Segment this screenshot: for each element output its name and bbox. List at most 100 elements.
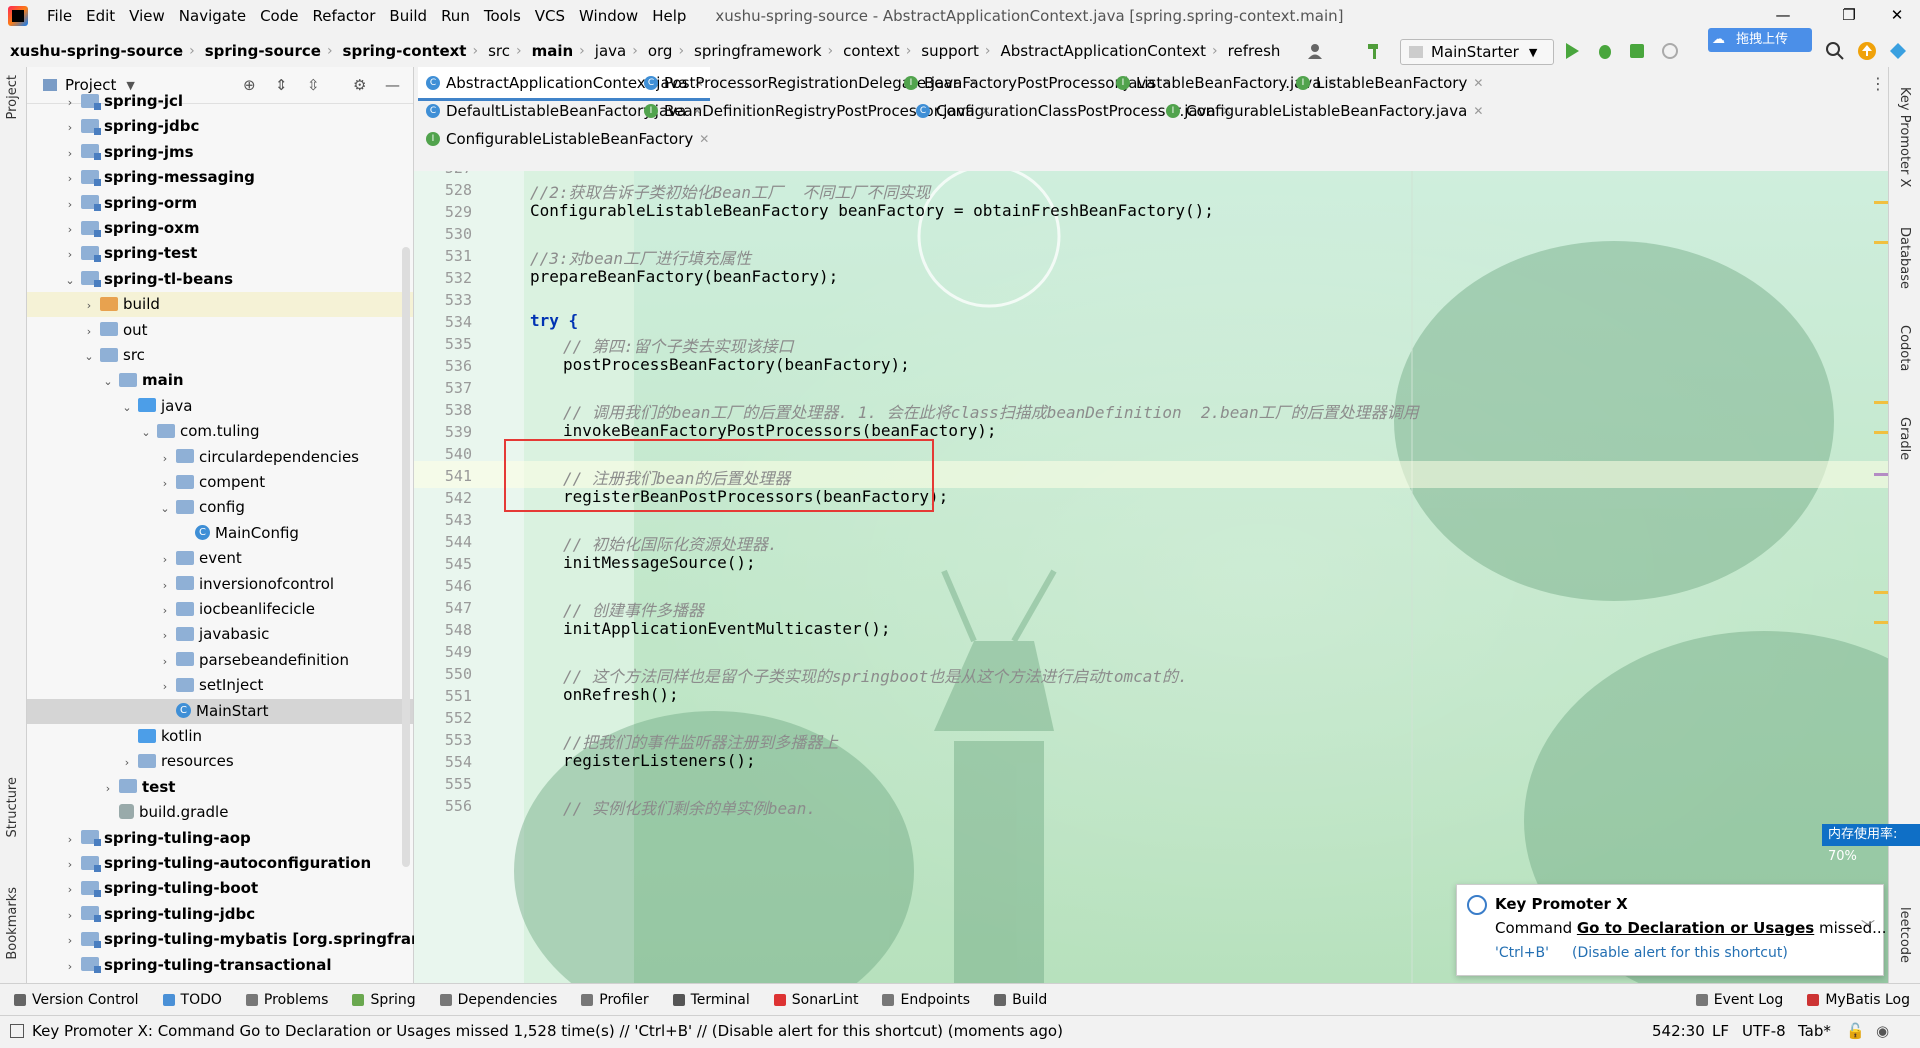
tool-version-control[interactable]: Version Control <box>14 992 139 1008</box>
code-line[interactable]: //3:对bean工厂进行填充属性 <box>530 245 751 269</box>
error-stripe-mark[interactable] <box>1874 401 1888 404</box>
upload-widget[interactable]: ☁ 拖拽上传 <box>1708 28 1812 52</box>
expand-arrow-icon[interactable]: › <box>63 90 77 115</box>
tool-build[interactable]: Build <box>994 992 1047 1008</box>
tree-item[interactable]: › spring-orm <box>27 191 413 216</box>
menu-navigate[interactable]: Navigate <box>172 0 253 32</box>
tree-item[interactable]: › inversionofcontrol <box>27 572 413 597</box>
expand-arrow-icon[interactable]: › <box>63 852 77 877</box>
expand-arrow-icon[interactable]: › <box>63 217 77 242</box>
code-line[interactable]: initApplicationEventMulticaster(); <box>563 619 891 638</box>
expand-arrow-icon[interactable]: › <box>63 954 77 979</box>
expand-arrow-icon[interactable]: › <box>101 776 115 801</box>
gradle-tool-tab[interactable]: Gradle <box>1897 417 1912 460</box>
tree-item[interactable]: › build <box>27 292 413 318</box>
code-line[interactable]: invokeBeanFactoryPostProcessors(beanFact… <box>563 421 996 440</box>
menu-build[interactable]: Build <box>382 0 434 32</box>
project-scrollbar[interactable] <box>402 247 410 867</box>
key-promoter-tool-tab[interactable]: Key Promoter X <box>1897 87 1912 187</box>
breadcrumb-item[interactable]: src <box>478 42 516 60</box>
collapse-arrow-icon[interactable]: ⌄ <box>82 344 96 369</box>
breadcrumb-item[interactable]: context <box>833 42 906 60</box>
expand-arrow-icon[interactable]: › <box>63 242 77 267</box>
tree-item[interactable]: › spring-messaging <box>27 165 413 190</box>
tree-item[interactable]: › setInject <box>27 673 413 698</box>
inspector-icon[interactable]: ◉ <box>1876 1022 1889 1040</box>
collapse-arrow-icon[interactable]: ⌄ <box>158 496 172 521</box>
coverage-icon[interactable] <box>1627 41 1647 65</box>
tree-item[interactable]: › circulardependencies <box>27 445 413 470</box>
code-line[interactable]: // 第四:留个子类去实现该接口 <box>563 333 794 357</box>
tree-item[interactable]: › spring-jms <box>27 140 413 165</box>
maximize-button[interactable]: ❐ <box>1826 0 1872 32</box>
leetcode-tool-tab[interactable]: leetcode <box>1897 907 1912 963</box>
lock-icon[interactable]: 🔓 <box>1846 1022 1865 1040</box>
menu-window[interactable]: Window <box>572 0 645 32</box>
code-line[interactable]: // 调用我们的bean工厂的后置处理器. 1. 会在此将class扫描成bea… <box>563 399 1419 423</box>
error-stripe-mark[interactable] <box>1874 621 1888 624</box>
tree-item[interactable]: ⌄ java <box>27 394 413 419</box>
code-line[interactable]: registerListeners(); <box>563 751 756 770</box>
more-tabs-icon[interactable]: ⋮ <box>1870 74 1886 93</box>
tree-item[interactable]: › spring-tuling-jdbc <box>27 902 413 927</box>
tree-item[interactable]: › spring-jdbc <box>27 114 413 139</box>
tree-item[interactable]: › resources <box>27 749 413 774</box>
code-line[interactable]: // 这个方法同样也是留个子类实现的springboot也是从这个方法进行启动t… <box>563 663 1188 687</box>
structure-tool-tab[interactable]: Structure <box>5 777 20 837</box>
user-icon[interactable] <box>1305 41 1329 61</box>
update-icon[interactable] <box>1857 41 1877 65</box>
tree-item[interactable]: › event <box>27 546 413 571</box>
expand-arrow-icon[interactable]: › <box>158 649 172 674</box>
expand-arrow-icon[interactable]: › <box>63 928 77 953</box>
tree-item[interactable]: ⌄ com.tuling <box>27 419 413 444</box>
expand-arrow-icon[interactable]: › <box>82 319 96 344</box>
code-editor[interactable]: 527 528 //2:获取告诉子类初始化Bean工厂 不同工厂不同实现 529 Con… <box>414 171 1888 983</box>
tree-item[interactable]: kotlin <box>27 724 413 749</box>
collapse-arrow-icon[interactable]: ⌄ <box>120 395 134 420</box>
tool-dependencies[interactable]: Dependencies <box>439 992 557 1008</box>
breadcrumb-item[interactable]: AbstractApplicationContext <box>991 42 1213 60</box>
tree-item[interactable]: › spring-tuling-autoconfiguration <box>27 851 413 876</box>
project-tool-tab[interactable]: Project <box>5 75 20 119</box>
tree-item[interactable]: › test <box>27 775 413 800</box>
shortcut-link[interactable]: 'Ctrl+B' <box>1495 945 1549 961</box>
close-tab-icon[interactable]: ✕ <box>1473 95 1483 127</box>
tool-problems[interactable]: Problems <box>245 992 328 1008</box>
expand-arrow-icon[interactable]: › <box>63 115 77 140</box>
breadcrumb-item[interactable]: org <box>638 42 679 60</box>
menu-tools[interactable]: Tools <box>477 0 528 32</box>
close-window-button[interactable]: ✕ <box>1874 0 1920 32</box>
tree-item[interactable]: › spring-test <box>27 241 413 266</box>
tree-item[interactable]: C MainConfig <box>27 521 413 546</box>
code-line[interactable]: // 实例化我们剩余的单实例bean. <box>563 795 816 819</box>
expand-arrow-icon[interactable]: › <box>158 598 172 623</box>
build-hammer-icon[interactable] <box>1365 41 1385 61</box>
menu-refactor[interactable]: Refactor <box>305 0 382 32</box>
breadcrumb-item[interactable]: java <box>585 42 632 60</box>
tree-item[interactable]: › spring-oxm <box>27 216 413 241</box>
expand-arrow-icon[interactable]: › <box>158 547 172 572</box>
menu-run[interactable]: Run <box>434 0 477 32</box>
expand-arrow-icon[interactable]: › <box>63 192 77 217</box>
tool-terminal[interactable]: Terminal <box>672 992 750 1008</box>
breadcrumb-item[interactable]: springframework <box>684 42 827 60</box>
caret-position[interactable]: 542:30 <box>1652 1022 1705 1040</box>
tree-item[interactable]: › spring-tuling-boot <box>27 876 413 901</box>
expand-arrow-icon[interactable]: › <box>158 471 172 496</box>
expand-arrow-icon[interactable]: › <box>158 674 172 699</box>
run-icon[interactable] <box>1563 41 1581 65</box>
expand-arrow-icon[interactable]: › <box>120 750 134 775</box>
tool-endpoints[interactable]: Endpoints <box>882 992 970 1008</box>
database-tool-tab[interactable]: Database <box>1897 227 1912 289</box>
error-stripe-mark[interactable] <box>1874 591 1888 594</box>
code-line[interactable]: prepareBeanFactory(beanFactory); <box>530 267 838 286</box>
close-tab-icon[interactable]: ✕ <box>699 123 709 155</box>
indent-setting[interactable]: Tab* <box>1798 1022 1831 1040</box>
tree-item[interactable]: ⌄ spring-tl-beans <box>27 267 413 292</box>
breadcrumb-item[interactable]: spring-context <box>333 42 473 60</box>
tree-item[interactable]: › iocbeanlifecicle <box>27 597 413 622</box>
tool-profiler[interactable]: Profiler <box>581 992 649 1008</box>
error-stripe-mark[interactable] <box>1874 241 1888 244</box>
tree-item[interactable]: › javabasic <box>27 622 413 647</box>
tree-item[interactable]: › spring-tuling-transactional <box>27 953 413 978</box>
